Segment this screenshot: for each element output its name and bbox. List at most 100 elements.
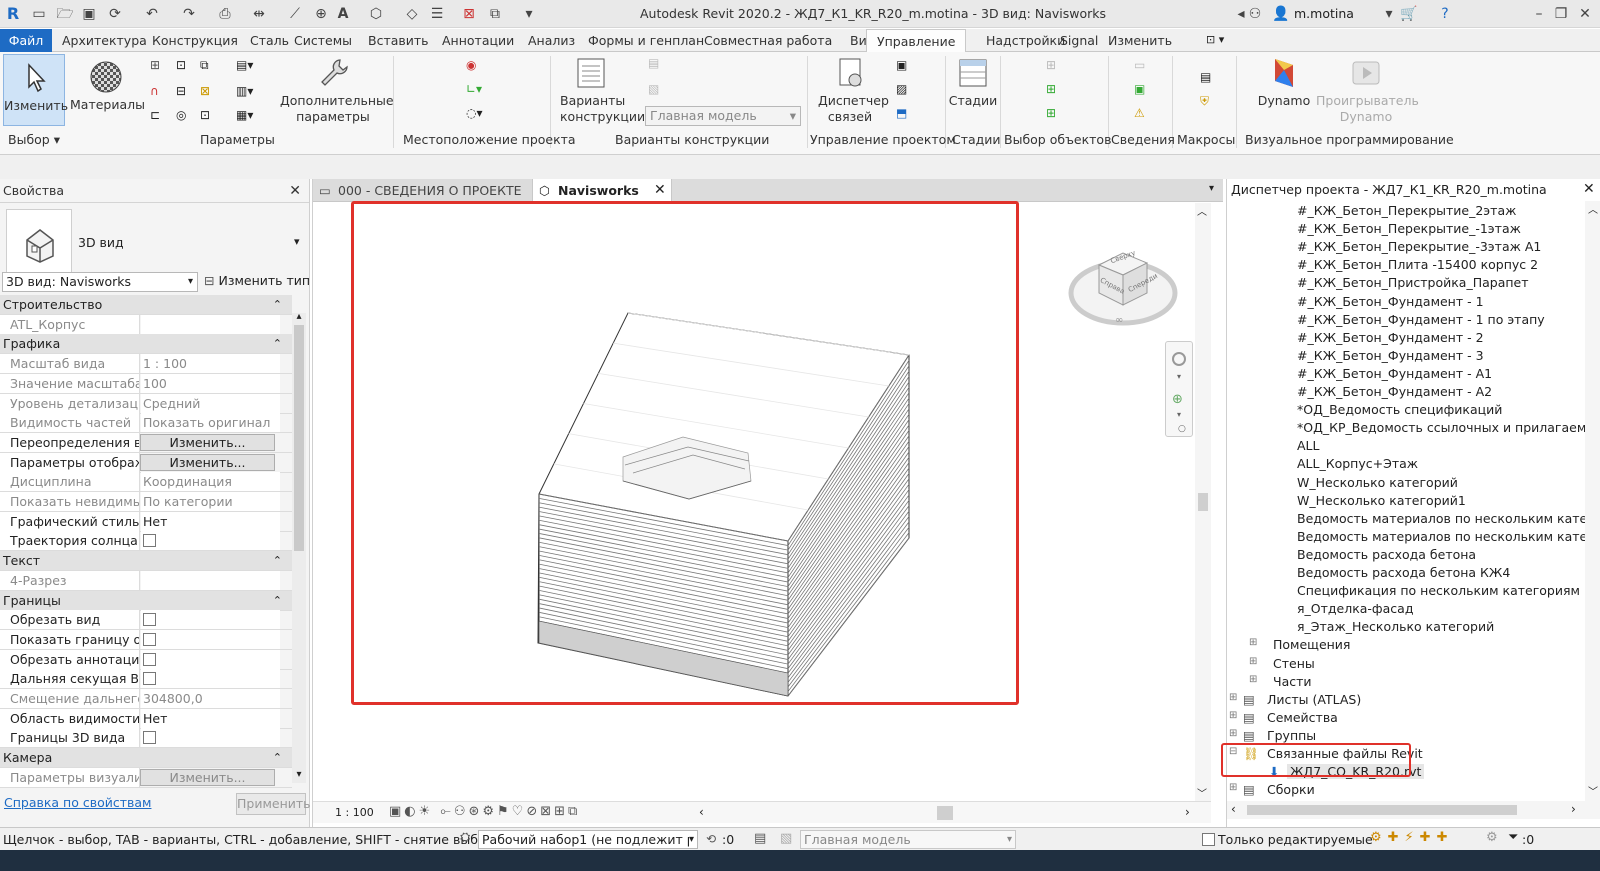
save-icon[interactable]: ▣	[80, 5, 98, 23]
property-value[interactable]: Средний	[141, 393, 280, 413]
selection-options-icons[interactable]: ⚙✚⚡✚✚	[1370, 830, 1453, 845]
structural-settings-icon[interactable]: ▤▾	[236, 58, 254, 76]
property-checkbox[interactable]	[143, 613, 156, 627]
sync-icon[interactable]: ⟳	[106, 5, 124, 23]
tab-2[interactable]: Конструкция	[142, 29, 248, 52]
view-vscroll[interactable]: ︿ ﹀	[1195, 203, 1211, 801]
scroll-down-icon[interactable]: ﹀	[1197, 785, 1207, 800]
text-icon[interactable]: A	[334, 5, 352, 23]
macro-security-icon[interactable]: ⛨	[1200, 94, 1218, 112]
collapse-icon[interactable]: ⌃	[273, 295, 282, 314]
expand-icon[interactable]: ⊞	[1229, 782, 1237, 793]
instance-selector[interactable]: 3D вид: Navisworks ▾	[2, 272, 198, 292]
expand-icon[interactable]: ⊞	[1249, 674, 1257, 685]
tab-9[interactable]: Совместная работа	[694, 29, 842, 52]
scroll-up-icon[interactable]: ▴	[292, 311, 306, 322]
property-value[interactable]: Координация	[141, 472, 280, 492]
user-icon[interactable]: 👤	[1272, 5, 1290, 23]
property-checkbox[interactable]	[143, 731, 156, 745]
links-manager-button[interactable]: Диспетчер связей	[818, 56, 889, 125]
folder-icon[interactable]: 🗁	[56, 5, 74, 23]
panel-select-label[interactable]: Выбор ▾	[8, 132, 60, 147]
edit-button[interactable]: Изменить...	[140, 453, 275, 471]
properties-help-link[interactable]: Справка по свойствам	[4, 795, 151, 810]
decal-types-icon[interactable]: ⬒	[896, 106, 914, 124]
viewcube[interactable]: Сверху Справа Спереди ∞	[1065, 235, 1181, 331]
browser-hscroll-thumb[interactable]	[1247, 805, 1517, 815]
property-group[interactable]: Камера ⌃	[0, 748, 292, 769]
project-params-icon[interactable]: ∩	[150, 84, 168, 102]
property-value[interactable]: Показать оригинал	[141, 413, 280, 433]
shared-params-icon[interactable]: ⊟	[176, 84, 194, 102]
close-icon[interactable]: ✕	[654, 179, 666, 202]
worksets-icon[interactable]: ⛭	[460, 830, 470, 845]
help-icon[interactable]: ?	[1436, 5, 1454, 23]
panel-schedules-icon[interactable]: ▦▾	[236, 108, 254, 126]
apply-button[interactable]: Применить	[236, 793, 311, 815]
collapse-icon[interactable]: ⌃	[273, 334, 282, 353]
close-icon[interactable]: ✕	[1583, 181, 1595, 197]
nav-options-icon[interactable]: ○	[1178, 424, 1186, 434]
starting-view-icon[interactable]: ▣	[896, 58, 914, 76]
hscroll-right-icon[interactable]: ›	[1185, 805, 1190, 819]
property-group[interactable]: Строительство ⌃	[0, 295, 292, 315]
open-icon[interactable]: ▭	[30, 5, 48, 23]
property-value[interactable]: Нет	[141, 708, 280, 728]
tab-14[interactable]: Изменить	[1098, 29, 1182, 52]
expand-icon[interactable]: ⊞	[1229, 692, 1237, 703]
location-icon[interactable]: ◉	[466, 58, 484, 76]
project-info-icon[interactable]: ⧉	[200, 58, 218, 76]
snaps-icon[interactable]: ⊡	[176, 58, 194, 76]
edit-button[interactable]: Изменить...	[140, 433, 275, 451]
tab-5[interactable]: Вставить	[358, 29, 439, 52]
tab-project-info[interactable]: ▭ 000 - СВЕДЕНИЯ О ПРОЕКТЕ	[313, 179, 531, 202]
status-model-select[interactable]: Главная модель ▾	[800, 830, 1016, 849]
materials-button[interactable]: Материалы	[70, 60, 145, 113]
expand-icon[interactable]: ⊞	[1229, 728, 1237, 739]
view-controls-icons[interactable]: ▣◐☀ ⟜⚇⊛⚙⚑♡⊘⊠⊞⧉	[389, 804, 580, 819]
edit-button[interactable]: Изменить...	[140, 768, 275, 786]
position-icon[interactable]: ◌▾	[466, 106, 484, 124]
revit-logo-icon[interactable]: R	[4, 5, 22, 23]
restore-icon[interactable]: ❐	[1552, 5, 1570, 23]
review-warnings-icon[interactable]: ▣	[1134, 82, 1152, 100]
property-checkbox[interactable]	[143, 672, 156, 686]
mep-settings-icon[interactable]: ▥▾	[236, 84, 254, 102]
global-params-icon[interactable]: ⊠	[200, 84, 218, 102]
property-checkbox[interactable]	[143, 652, 156, 666]
ribbon-minimize-icon[interactable]: ⊡ ▾	[1206, 33, 1224, 46]
switch-windows-icon[interactable]: ⧉	[486, 5, 504, 23]
redo-icon[interactable]: ↷	[180, 5, 198, 23]
hscroll-right-icon[interactable]: ›	[1571, 802, 1576, 816]
viewcube-home-icon[interactable]: ∞	[1115, 315, 1123, 326]
undo-icon[interactable]: ↶	[143, 5, 161, 23]
chevron-down-icon[interactable]: ▾	[1177, 410, 1181, 419]
properties-scrollbar[interactable]: ▴ ▾	[292, 311, 306, 783]
dynamo-button[interactable]: Dynamo	[1256, 56, 1312, 109]
browser-hscroll[interactable]: ‹ ›	[1227, 801, 1600, 819]
macro-manager-icon[interactable]: ▤	[1200, 70, 1218, 88]
expand-icon[interactable]: ⊞	[1249, 656, 1257, 667]
collapse-icon[interactable]: ⌃	[273, 748, 282, 767]
scroll-thumb[interactable]	[294, 325, 304, 551]
steering-wheel-icon[interactable]	[1172, 352, 1186, 366]
print-icon[interactable]: ⎙	[216, 5, 234, 23]
property-group[interactable]: Границы ⌃	[0, 590, 292, 611]
scroll-up-icon[interactable]: ︿	[1197, 203, 1207, 218]
customize-qat-icon[interactable]: ▾	[520, 5, 538, 23]
phases-button[interactable]: Стадии	[948, 56, 998, 109]
scroll-down-icon[interactable]: ﹀	[1588, 783, 1598, 798]
modify-button[interactable]: Изменить	[3, 54, 68, 126]
property-group[interactable]: Текст ⌃	[0, 551, 292, 572]
expand-icon[interactable]: ⊞	[1249, 637, 1257, 648]
type-selector[interactable]: 3D вид ▾	[4, 207, 306, 279]
tab-navisworks[interactable]: ⬡ Navisworks ✕	[532, 179, 672, 202]
editable-worksets-icon[interactable]: ▤	[754, 831, 766, 846]
user-name[interactable]: m.motina	[1294, 6, 1354, 21]
hscroll-thumb[interactable]	[937, 806, 953, 820]
load-selection-icon[interactable]: ⊞	[1046, 106, 1064, 124]
units-icon[interactable]: ⊡	[200, 108, 218, 126]
hscroll-left-icon[interactable]: ‹	[1231, 802, 1236, 816]
close-icon[interactable]: ✕	[289, 179, 301, 203]
purge-icon[interactable]: ◎	[176, 108, 194, 126]
